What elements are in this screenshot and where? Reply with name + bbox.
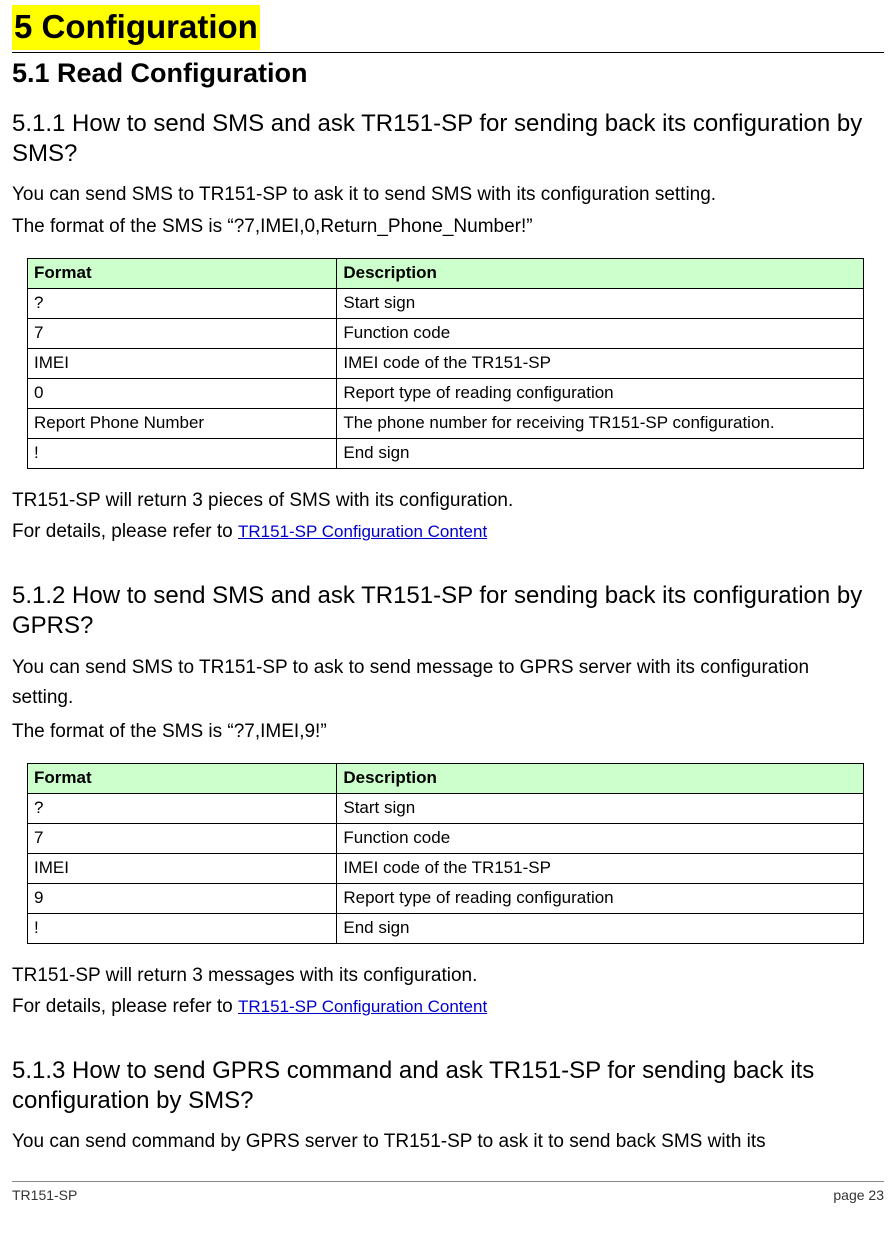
footer-right: page 23 xyxy=(833,1186,884,1205)
subsection-title-1: 5.1.1 How to send SMS and ask TR151-SP f… xyxy=(12,109,884,169)
chapter-title: 5 Configuration xyxy=(12,5,260,50)
format-table-1: Format Description ?Start sign 7Function… xyxy=(27,258,864,469)
table-row: IMEIIMEI code of the TR151-SP xyxy=(28,348,864,378)
table-row: 9Report type of reading configuration xyxy=(28,883,864,913)
table-row: 7Function code xyxy=(28,318,864,348)
table-header: Description xyxy=(337,764,864,794)
paragraph: You can send SMS to TR151-SP to ask it t… xyxy=(12,181,884,209)
paragraph: The format of the SMS is “?7,IMEI,0,Retu… xyxy=(12,213,884,241)
config-content-link[interactable]: TR151-SP Configuration Content xyxy=(238,997,487,1016)
table-row: IMEIIMEI code of the TR151-SP xyxy=(28,853,864,883)
table-row: !End sign xyxy=(28,913,864,943)
subsection-title-3: 5.1.3 How to send GPRS command and ask T… xyxy=(12,1056,884,1116)
table-row: 7Function code xyxy=(28,823,864,853)
footer-left: TR151-SP xyxy=(12,1186,77,1205)
format-table-2: Format Description ?Start sign 7Function… xyxy=(27,763,864,944)
table-row: ?Start sign xyxy=(28,289,864,319)
page-footer: TR151-SP page 23 xyxy=(12,1181,884,1205)
table-row: Report Phone NumberThe phone number for … xyxy=(28,408,864,438)
table-header: Description xyxy=(337,259,864,289)
table-header: Format xyxy=(28,764,337,794)
paragraph: For details, please refer to TR151-SP Co… xyxy=(12,993,884,1021)
subsection-title-2: 5.1.2 How to send SMS and ask TR151-SP f… xyxy=(12,581,884,641)
paragraph: TR151-SP will return 3 messages with its… xyxy=(12,962,884,990)
table-row: ?Start sign xyxy=(28,794,864,824)
section-title: 5.1 Read Configuration xyxy=(12,55,884,91)
table-header: Format xyxy=(28,259,337,289)
paragraph: The format of the SMS is “?7,IMEI,9!” xyxy=(12,718,884,746)
paragraph: For details, please refer to TR151-SP Co… xyxy=(12,518,884,546)
paragraph: TR151-SP will return 3 pieces of SMS wit… xyxy=(12,487,884,515)
paragraph: You can send command by GPRS server to T… xyxy=(12,1128,884,1156)
table-row: !End sign xyxy=(28,438,864,468)
config-content-link[interactable]: TR151-SP Configuration Content xyxy=(238,522,487,541)
paragraph: You can send SMS to TR151-SP to ask to s… xyxy=(12,653,884,714)
table-row: 0Report type of reading configuration xyxy=(28,378,864,408)
